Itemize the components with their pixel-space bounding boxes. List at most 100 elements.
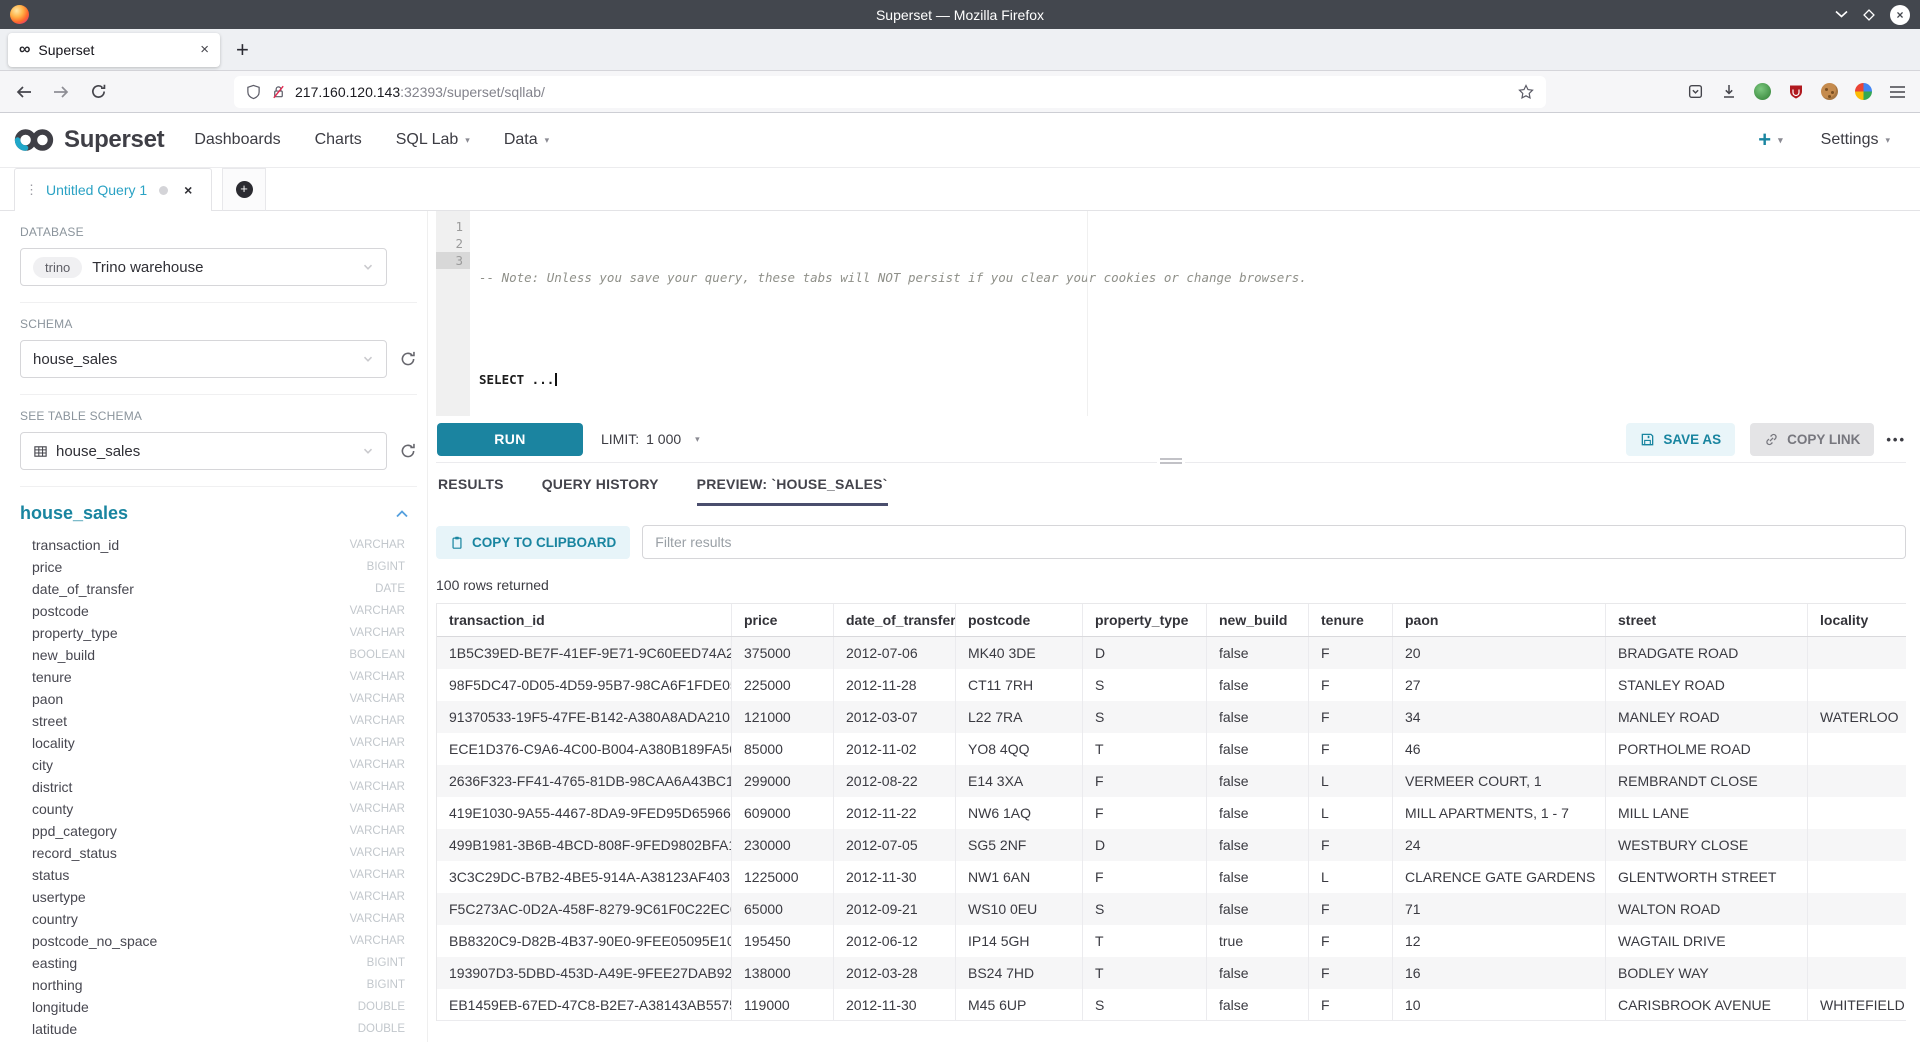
new-tab-button[interactable]: + <box>236 39 249 61</box>
table-cell: 46 <box>1393 733 1606 765</box>
schema-column-row[interactable]: localityVARCHAR <box>32 732 405 754</box>
run-button[interactable]: RUN <box>437 423 583 456</box>
table-cell: L <box>1309 765 1393 797</box>
table-select[interactable]: house_sales <box>20 432 387 470</box>
schema-column-row[interactable]: longitudeDOUBLE <box>32 996 405 1018</box>
add-new-button[interactable]: + ▾ <box>1758 127 1782 153</box>
query-tab-close-icon[interactable]: × <box>184 182 192 198</box>
schema-column-row[interactable]: latitudeDOUBLE <box>32 1018 405 1040</box>
column-header-property_type[interactable]: property_type <box>1083 604 1207 636</box>
cookie-extension-icon[interactable] <box>1821 83 1838 100</box>
downloads-icon[interactable] <box>1721 83 1737 100</box>
tab-close-icon[interactable]: × <box>200 41 209 58</box>
table-cell: 2636F323-FF41-4765-81DB-98CAA6A43BC1 <box>437 765 732 797</box>
schema-column-row[interactable]: new_buildBOOLEAN <box>32 644 405 666</box>
table-cell: WHITEFIELD <box>1808 989 1906 1020</box>
superset-brand[interactable]: Superset <box>64 126 164 154</box>
reload-button[interactable] <box>88 82 108 102</box>
schema-select[interactable]: house_sales <box>20 340 387 378</box>
database-select[interactable]: trino Trino warehouse <box>20 248 387 286</box>
save-to-pocket-icon[interactable] <box>1687 83 1704 100</box>
schema-column-row[interactable]: districtVARCHAR <box>32 776 405 798</box>
editor-code-area[interactable]: -- Note: Unless you save your query, the… <box>470 211 1906 416</box>
schema-column-row[interactable]: streetVARCHAR <box>32 710 405 732</box>
back-button[interactable] <box>14 82 34 102</box>
schema-column-row[interactable]: northingBIGINT <box>32 974 405 996</box>
refresh-tables-icon[interactable] <box>399 442 417 460</box>
more-options-icon[interactable]: ••• <box>1886 432 1906 447</box>
pane-resize-grip[interactable] <box>1157 455 1185 467</box>
results-tab-preview-house-sales[interactable]: PREVIEW: `HOUSE_SALES` <box>697 476 888 506</box>
column-header-transaction_id[interactable]: transaction_id <box>437 604 732 636</box>
filter-results-input[interactable] <box>642 525 1906 559</box>
schema-column-row[interactable]: cityVARCHAR <box>32 754 405 776</box>
column-header-paon[interactable]: paon <box>1393 604 1606 636</box>
table-cell: WS10 0EU <box>956 893 1083 925</box>
schema-column-row[interactable]: statusVARCHAR <box>32 864 405 886</box>
schema-column-row[interactable]: transaction_idVARCHAR <box>32 534 405 556</box>
extension-colorful-icon[interactable] <box>1855 83 1872 100</box>
schema-column-row[interactable]: property_typeVARCHAR <box>32 622 405 644</box>
results-tab-query-history[interactable]: QUERY HISTORY <box>542 476 659 506</box>
column-header-date_of_transfer[interactable]: date_of_transfer <box>834 604 956 636</box>
table-schema-label: SEE TABLE SCHEMA <box>20 409 417 423</box>
schema-column-row[interactable]: priceBIGINT <box>32 556 405 578</box>
sql-editor[interactable]: 1 2 3 -- Note: Unless you save your quer… <box>436 211 1906 416</box>
results-panel: RESULTS QUERY HISTORY PREVIEW: `HOUSE_SALE… <box>436 463 1906 1042</box>
column-header-locality[interactable]: locality <box>1808 604 1906 636</box>
schema-column-row[interactable]: postcodeVARCHAR <box>32 600 405 622</box>
nav-item-charts[interactable]: Charts <box>315 131 362 149</box>
caret-down-icon: ▾ <box>545 135 550 146</box>
settings-menu[interactable]: Settings ▾ <box>1821 131 1890 149</box>
schema-column-row[interactable]: ppd_categoryVARCHAR <box>32 820 405 842</box>
bookmark-star-icon[interactable] <box>1518 84 1534 100</box>
nav-item-sql-lab[interactable]: SQL Lab▾ <box>396 131 470 149</box>
column-header-postcode[interactable]: postcode <box>956 604 1083 636</box>
column-name: street <box>32 713 67 729</box>
nav-item-dashboards[interactable]: Dashboards <box>194 131 280 149</box>
query-tab-strip: ⋮ Untitled Query 1 × + <box>0 168 1920 211</box>
save-as-button[interactable]: SAVE AS <box>1626 423 1735 456</box>
browser-tab[interactable]: ∞ Superset × <box>8 33 220 67</box>
shield-icon[interactable] <box>246 84 261 100</box>
results-tab-results[interactable]: RESULTS <box>438 476 504 506</box>
nav-item-data[interactable]: Data▾ <box>504 131 549 149</box>
window-minimize-button[interactable] <box>1835 10 1848 19</box>
ublock-origin-icon[interactable] <box>1788 83 1804 100</box>
limit-dropdown[interactable]: LIMIT: 1 000 ▾ <box>601 431 700 447</box>
window-close-button[interactable]: × <box>1890 5 1910 25</box>
forward-button[interactable] <box>51 82 71 102</box>
schema-column-row[interactable]: tenureVARCHAR <box>32 666 405 688</box>
query-tab-untitled-query-1[interactable]: ⋮ Untitled Query 1 × <box>14 168 212 211</box>
schema-column-row[interactable]: countryVARCHAR <box>32 908 405 930</box>
extension-green-icon[interactable] <box>1754 83 1771 100</box>
refresh-schemas-icon[interactable] <box>399 350 417 368</box>
copy-link-button[interactable]: COPY LINK <box>1750 423 1874 456</box>
add-query-tab[interactable]: + <box>222 168 266 211</box>
window-maximize-button[interactable] <box>1862 8 1876 22</box>
url-bar[interactable]: 217.160.120.143:32393/superset/sqllab/ <box>234 76 1546 108</box>
schema-column-row[interactable]: countyVARCHAR <box>32 798 405 820</box>
drag-handle-icon[interactable]: ⋮ <box>25 182 38 198</box>
schema-column-row[interactable]: date_of_transferDATE <box>32 578 405 600</box>
schema-column-row[interactable]: eastingBIGINT <box>32 952 405 974</box>
column-type: VARCHAR <box>350 671 405 683</box>
schema-column-row[interactable]: paonVARCHAR <box>32 688 405 710</box>
copy-to-clipboard-button[interactable]: COPY TO CLIPBOARD <box>436 526 630 559</box>
superset-logo-icon[interactable] <box>14 126 54 154</box>
table-cell: MILL APARTMENTS, 1 - 7 <box>1393 797 1606 829</box>
column-header-new_build[interactable]: new_build <box>1207 604 1309 636</box>
schema-column-row[interactable]: postcode_no_spaceVARCHAR <box>32 930 405 952</box>
schema-column-row[interactable]: usertypeVARCHAR <box>32 886 405 908</box>
lock-insecure-icon[interactable] <box>271 84 286 100</box>
table-schema-title[interactable]: house_sales <box>20 503 128 524</box>
column-header-tenure[interactable]: tenure <box>1309 604 1393 636</box>
column-header-price[interactable]: price <box>732 604 834 636</box>
collapse-chevron-up-icon[interactable] <box>395 509 409 519</box>
plus-circle-icon: + <box>236 181 253 198</box>
schema-column-row[interactable]: record_statusVARCHAR <box>32 842 405 864</box>
save-as-label: SAVE AS <box>1663 432 1721 447</box>
print-margin-line <box>1087 211 1088 416</box>
column-header-street[interactable]: street <box>1606 604 1808 636</box>
menu-hamburger-icon[interactable] <box>1889 85 1906 99</box>
